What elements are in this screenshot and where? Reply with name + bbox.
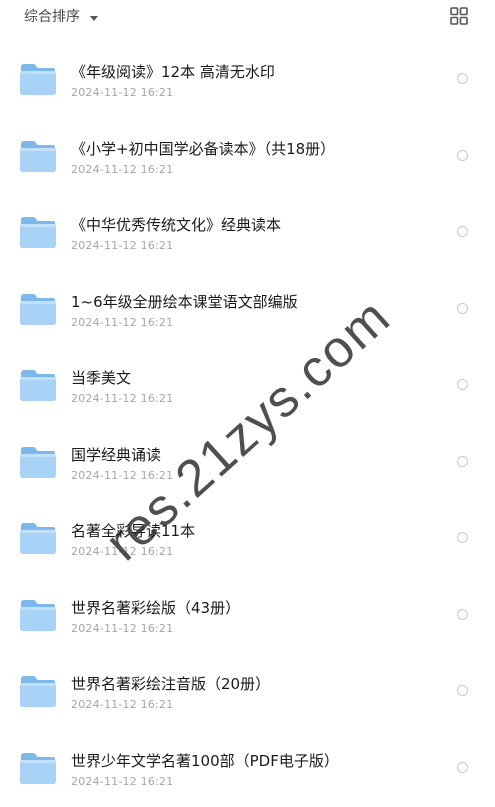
file-name: 《小学+初中国学必备读本》（共18册） [71,139,335,159]
file-row[interactable]: 《小学+初中国学必备读本》（共18册） 2024-11-12 16:21 [0,119,495,196]
file-row[interactable]: 名著全彩导读11本 2024-11-12 16:21 [0,501,495,578]
select-radio[interactable] [457,685,468,696]
caret-down-icon [90,16,98,21]
folder-icon [19,292,57,326]
file-name: 当季美文 [71,368,131,388]
select-radio[interactable] [457,609,468,620]
file-name: 世界名著彩绘注音版（20册） [71,674,270,694]
file-date: 2024-11-12 16:21 [71,316,173,330]
folder-icon [19,368,57,402]
file-name: 《年级阅读》12本 高清无水印 [71,62,275,82]
folder-icon [19,751,57,785]
file-row[interactable]: 世界少年文学名著100部（PDF电子版） 2024-11-12 16:21 [0,731,495,807]
file-row[interactable]: 世界名著彩绘注音版（20册） 2024-11-12 16:21 [0,654,495,731]
select-radio[interactable] [457,73,468,84]
select-radio[interactable] [457,762,468,773]
folder-icon [19,215,57,249]
file-name: 世界少年文学名著100部（PDF电子版） [71,751,339,771]
file-date: 2024-11-12 16:21 [71,239,173,253]
file-name: 1~6年级全册绘本课堂语文部编版 [71,292,298,312]
file-date: 2024-11-12 16:21 [71,622,173,636]
folder-icon [19,521,57,555]
file-date: 2024-11-12 16:21 [71,545,173,559]
folder-icon [19,598,57,632]
select-radio[interactable] [457,532,468,543]
file-row[interactable]: 《年级阅读》12本 高清无水印 2024-11-12 16:21 [0,42,495,119]
file-name: 名著全彩导读11本 [71,521,195,541]
file-date: 2024-11-12 16:21 [71,163,173,177]
select-radio[interactable] [457,379,468,390]
top-bar: 综合排序 [0,0,495,34]
file-date: 2024-11-12 16:21 [71,698,173,712]
file-row[interactable]: 《中华优秀传统文化》经典读本 2024-11-12 16:21 [0,195,495,272]
file-name: 世界名著彩绘版（43册） [71,598,240,618]
sort-dropdown[interactable]: 综合排序 [24,8,98,26]
file-row[interactable]: 当季美文 2024-11-12 16:21 [0,348,495,425]
file-row[interactable]: 世界名著彩绘版（43册） 2024-11-12 16:21 [0,578,495,655]
file-name: 《中华优秀传统文化》经典读本 [71,215,281,235]
file-date: 2024-11-12 16:21 [71,392,173,406]
folder-icon [19,445,57,479]
select-radio[interactable] [457,456,468,467]
file-date: 2024-11-12 16:21 [71,775,173,789]
file-name: 国学经典诵读 [71,445,161,465]
file-row[interactable]: 国学经典诵读 2024-11-12 16:21 [0,425,495,502]
folder-icon [19,139,57,173]
file-row[interactable]: 1~6年级全册绘本课堂语文部编版 2024-11-12 16:21 [0,272,495,349]
folder-icon [19,674,57,708]
sort-label: 综合排序 [24,8,80,26]
grid-view-icon[interactable] [450,7,468,25]
select-radio[interactable] [457,303,468,314]
folder-icon [19,62,57,96]
file-date: 2024-11-12 16:21 [71,469,173,483]
select-radio[interactable] [457,226,468,237]
file-list: 《年级阅读》12本 高清无水印2024-11-12 16:21《小学+初中国学必… [0,42,495,807]
select-radio[interactable] [457,150,468,161]
file-date: 2024-11-12 16:21 [71,86,173,100]
